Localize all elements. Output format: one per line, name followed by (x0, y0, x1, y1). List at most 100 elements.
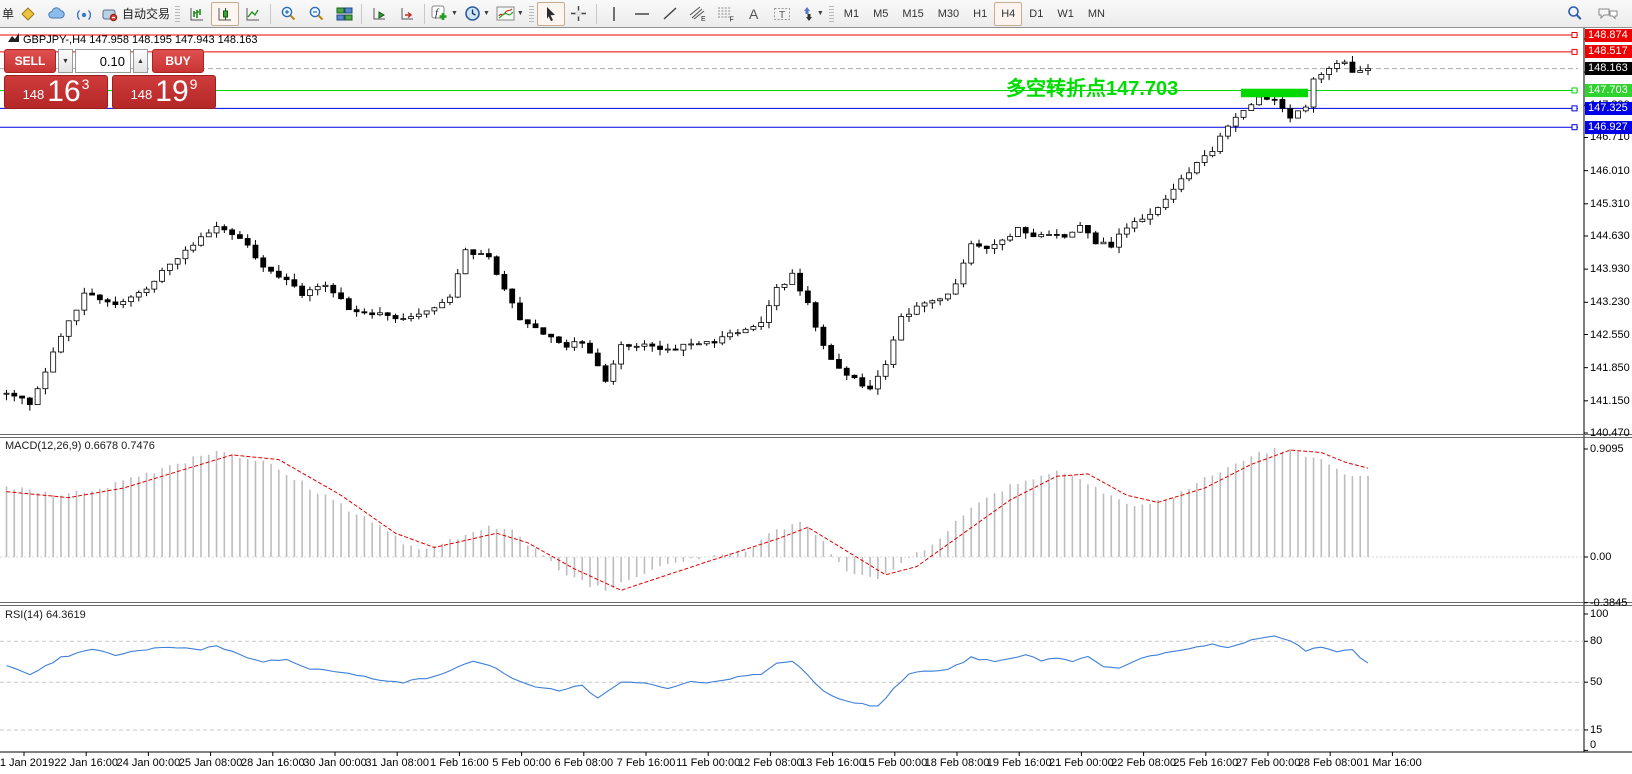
timeframe-m15-button[interactable]: M15 (895, 2, 930, 26)
pivot-annotation-text[interactable]: 多空转折点147.703 (1006, 72, 1178, 101)
candlestick-chart-button[interactable] (211, 2, 239, 26)
candle-body (214, 227, 219, 233)
candle-body (1179, 179, 1184, 189)
candle-body (471, 250, 476, 255)
level-line-handle[interactable] (1572, 49, 1577, 54)
fibonacci-icon: F (717, 5, 735, 22)
candle-body (1015, 228, 1020, 237)
signals-button[interactable] (70, 2, 98, 26)
price-axis-label: 143.230 (1590, 296, 1630, 308)
rsi-axis-label: 100 (1590, 608, 1608, 620)
price-badge-146.927: 146.927 (1585, 121, 1632, 134)
deposit-button[interactable] (14, 2, 42, 26)
timeframe-m1-button[interactable]: M1 (837, 2, 866, 26)
price-badge-148.874: 148.874 (1585, 29, 1632, 42)
text-button[interactable]: A (740, 2, 768, 26)
bar-chart-button[interactable] (183, 2, 211, 26)
timeframe-m5-button[interactable]: M5 (866, 2, 895, 26)
vertical-line-button[interactable] (600, 2, 628, 26)
timeframe-mn-button[interactable]: MN (1081, 2, 1112, 26)
symbol-info: GBPJPY-,H4 147.958 148.195 147.943 148.1… (8, 33, 257, 46)
volume-input[interactable]: 0.10 (75, 49, 131, 73)
tile-windows-button[interactable] (330, 2, 358, 26)
chart-canvas[interactable] (0, 0, 1632, 774)
pivot-rectangle-object[interactable] (1241, 89, 1308, 98)
buy-price-button[interactable]: 148 19 9 (112, 75, 216, 109)
sell-price-button[interactable]: 148 16 3 (4, 75, 108, 109)
auto-scroll-button[interactable] (365, 2, 393, 26)
level-line-handle[interactable] (1572, 106, 1577, 111)
candle-body (82, 293, 87, 310)
fibonacci-button[interactable]: F (712, 2, 740, 26)
autotrading-button[interactable]: 自动交易 (98, 2, 173, 26)
buy-button[interactable]: BUY (152, 49, 204, 73)
candle-body (875, 376, 880, 389)
down-arrow-icon: ▼ (62, 58, 69, 65)
candle-body (1210, 151, 1215, 155)
level-line-handle[interactable] (1572, 88, 1577, 93)
timeframe-w1-button[interactable]: W1 (1050, 2, 1081, 26)
candle-body (1000, 240, 1005, 244)
timeframe-d1-button[interactable]: D1 (1022, 2, 1050, 26)
candle-body (261, 258, 266, 267)
chat-button[interactable] (1594, 2, 1622, 26)
volume-up-button[interactable]: ▲ (133, 49, 148, 73)
cursor-button[interactable] (537, 2, 565, 26)
time-axis-label: 1 Mar 16:00 (1363, 757, 1422, 769)
rsi-axis-label: 15 (1590, 724, 1602, 736)
candle-body (409, 317, 414, 319)
periods-button[interactable]: ▼ (461, 2, 493, 26)
chart-shift-button[interactable] (393, 2, 421, 26)
horizontal-line-button[interactable] (628, 2, 656, 26)
candle-body (1288, 108, 1293, 118)
zoom-in-button[interactable] (274, 2, 302, 26)
candle-body (759, 323, 764, 327)
template-icon (496, 6, 515, 21)
level-line-handle[interactable] (1572, 125, 1577, 130)
new-order-button[interactable]: 单 (2, 5, 14, 22)
candle-body (494, 257, 499, 275)
templates-button[interactable]: ▼ (493, 2, 527, 26)
community-button[interactable] (42, 2, 70, 26)
equidistant-channel-button[interactable]: E (684, 2, 712, 26)
crosshair-button[interactable] (565, 2, 593, 26)
volume-down-button[interactable]: ▼ (58, 49, 73, 73)
dropdown-caret: ▼ (451, 10, 458, 17)
candle-body (868, 386, 873, 389)
candle-body (486, 254, 491, 257)
level-line-handle[interactable] (1572, 33, 1577, 38)
crosshair-icon (570, 5, 587, 22)
one-click-trading-panel: SELL ▼ 0.10 ▲ BUY 148 16 3 148 19 9 (4, 49, 216, 109)
timeframe-h4-button[interactable]: H4 (994, 2, 1022, 26)
trade-panel-row: SELL ▼ 0.10 ▲ BUY (4, 49, 216, 73)
candle-body (385, 313, 390, 316)
search-button[interactable] (1560, 2, 1588, 26)
text-label-button[interactable]: T (768, 2, 796, 26)
time-axis-label: 25 Jan 08:00 (179, 757, 243, 769)
line-chart-button[interactable] (239, 2, 267, 26)
time-axis-label: 5 Feb 00:00 (492, 757, 551, 769)
candle-body (354, 310, 359, 312)
candle-body (844, 368, 849, 375)
candle-body (860, 378, 865, 386)
candle-body (751, 327, 756, 330)
candle-body (626, 345, 631, 347)
time-axis-label: 7 Feb 16:00 (617, 757, 676, 769)
candle-body (619, 345, 624, 364)
timeframe-m30-button[interactable]: M30 (931, 2, 966, 26)
arrows-button[interactable]: ▼ (796, 2, 827, 26)
candle-body (945, 294, 950, 299)
candle-body (323, 285, 328, 286)
timeframe-h1-button[interactable]: H1 (966, 2, 994, 26)
trendline-button[interactable] (656, 2, 684, 26)
candle-body (269, 267, 274, 271)
candle-body (416, 314, 421, 317)
sell-button[interactable]: SELL (4, 49, 56, 73)
candle-body (836, 359, 841, 368)
toolbar-separator (424, 4, 425, 24)
candle-body (222, 227, 227, 230)
candle-body (813, 303, 818, 328)
candle-body (206, 233, 211, 237)
zoom-out-button[interactable] (302, 2, 330, 26)
indicators-button[interactable]: f▼ (428, 2, 461, 26)
